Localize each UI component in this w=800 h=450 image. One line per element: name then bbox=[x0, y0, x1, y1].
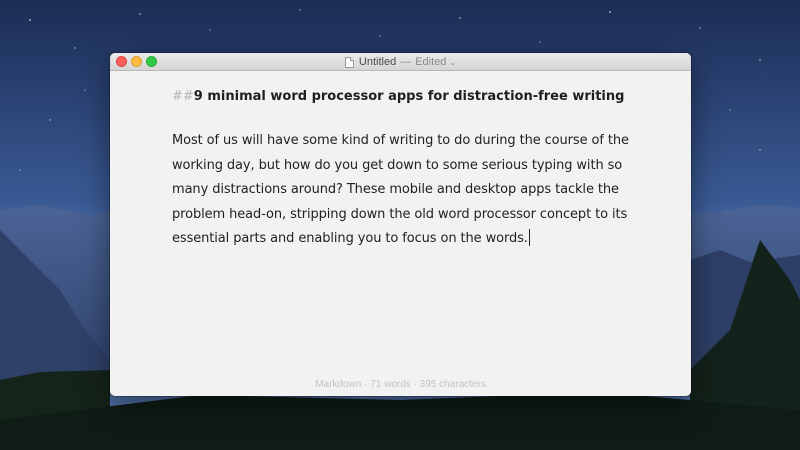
text-cursor bbox=[528, 229, 530, 246]
heading-text: 9 minimal word processor apps for distra… bbox=[193, 89, 625, 104]
word-count-status: Markdown · 71 words · 395 characters bbox=[315, 379, 486, 390]
window-title-text: Untitled bbox=[358, 56, 397, 68]
document-heading[interactable]: ##9 minimal word processor apps for dist… bbox=[172, 89, 642, 105]
document-icon bbox=[344, 56, 354, 68]
paragraph-text: Most of us will have some kind of writin… bbox=[172, 133, 629, 246]
edited-status: Edited bbox=[415, 56, 447, 68]
chevron-down-icon[interactable]: ⌄ bbox=[449, 58, 456, 67]
heading-markdown-marker: ## bbox=[172, 89, 194, 104]
title-bar[interactable]: Untitled — Edited ⌄ bbox=[110, 53, 691, 71]
document-paragraph[interactable]: Most of us will have some kind of writin… bbox=[172, 129, 642, 252]
window-title[interactable]: Untitled — Edited ⌄ bbox=[110, 53, 691, 71]
status-bar: Markdown · 71 words · 395 characters bbox=[110, 379, 691, 390]
editor-text-area[interactable]: ##9 minimal word processor apps for dist… bbox=[172, 89, 642, 252]
editor-window: Untitled — Edited ⌄ ##9 minimal word pro… bbox=[110, 53, 691, 396]
title-separator: — bbox=[400, 56, 412, 68]
